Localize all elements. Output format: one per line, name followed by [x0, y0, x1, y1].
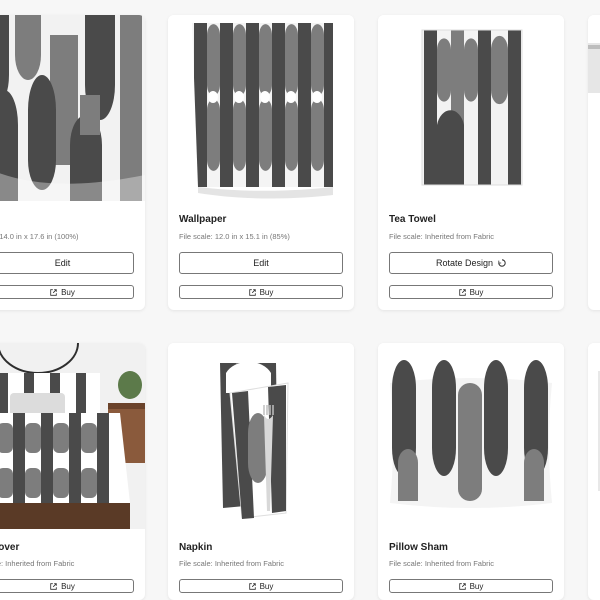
edit-button-label: Edit: [54, 258, 71, 268]
product-card-napkin: Napkin File scale: Inherited from Fabric…: [168, 343, 354, 600]
partial-preview-image-2[interactable]: [588, 343, 600, 529]
external-link-icon: [248, 582, 256, 590]
product-title: Tea Towel: [389, 214, 436, 225]
product-card-pillow-sham: Pillow Sham File scale: Inherited from F…: [378, 343, 564, 600]
edit-button[interactable]: Edit: [0, 252, 134, 274]
product-card-cover: Cover ale: Inherited from Fabric Buy: [0, 343, 145, 600]
spinner-icon: [498, 259, 506, 267]
buy-button-label: Buy: [259, 287, 274, 297]
product-card-partial-2: [588, 343, 600, 600]
buy-button-label: Buy: [469, 581, 484, 591]
buy-button[interactable]: Buy: [179, 285, 343, 299]
rotate-design-label: Rotate Design: [435, 258, 494, 268]
product-card-wallpaper: Wallpaper File scale: 12.0 in x 15.1 in …: [168, 15, 354, 310]
buy-button[interactable]: Buy: [389, 579, 553, 593]
fabric-preview-image[interactable]: [0, 15, 145, 201]
external-link-icon: [458, 582, 466, 590]
cover-preview-image[interactable]: [0, 343, 145, 529]
file-scale-text: File scale: 12.0 in x 15.1 in (85%): [179, 232, 290, 241]
partial-preview-image[interactable]: [588, 15, 600, 201]
file-scale-text: File scale: Inherited from Fabric: [389, 232, 495, 241]
buy-button[interactable]: Buy: [0, 579, 134, 593]
product-title: Cover: [0, 542, 20, 553]
pillow-sham-preview-image[interactable]: [378, 343, 564, 529]
product-card-fabric: e: 14.0 in x 17.6 in (100%) Edit Buy: [0, 15, 145, 310]
product-title: Wallpaper: [179, 214, 227, 225]
edit-button[interactable]: Edit: [179, 252, 343, 274]
wallpaper-preview-image[interactable]: [168, 15, 354, 201]
external-link-icon: [50, 582, 57, 590]
buy-button[interactable]: Buy: [0, 285, 134, 299]
file-scale-text: ale: Inherited from Fabric: [0, 559, 75, 568]
external-link-icon: [458, 288, 466, 296]
product-title: Napkin: [179, 542, 213, 553]
napkin-preview-image[interactable]: [168, 343, 354, 529]
tea-towel-preview-image[interactable]: [378, 15, 564, 201]
buy-button-label: Buy: [61, 287, 75, 297]
file-scale-text: e: 14.0 in x 17.6 in (100%): [0, 232, 79, 241]
buy-button-label: Buy: [259, 581, 274, 591]
buy-button-label: Buy: [61, 581, 75, 591]
file-scale-text: File scale: Inherited from Fabric: [179, 559, 285, 568]
product-card-partial: [588, 15, 600, 310]
buy-button-label: Buy: [469, 287, 484, 297]
external-link-icon: [248, 288, 256, 296]
buy-button[interactable]: Buy: [179, 579, 343, 593]
edit-button-label: Edit: [253, 258, 269, 268]
external-link-icon: [50, 288, 57, 296]
file-scale-text: File scale: Inherited from Fabric: [389, 559, 495, 568]
rotate-design-button[interactable]: Rotate Design: [389, 252, 553, 274]
product-card-tea-towel: Tea Towel File scale: Inherited from Fab…: [378, 15, 564, 310]
product-title: Pillow Sham: [389, 542, 448, 553]
buy-button[interactable]: Buy: [389, 285, 553, 299]
